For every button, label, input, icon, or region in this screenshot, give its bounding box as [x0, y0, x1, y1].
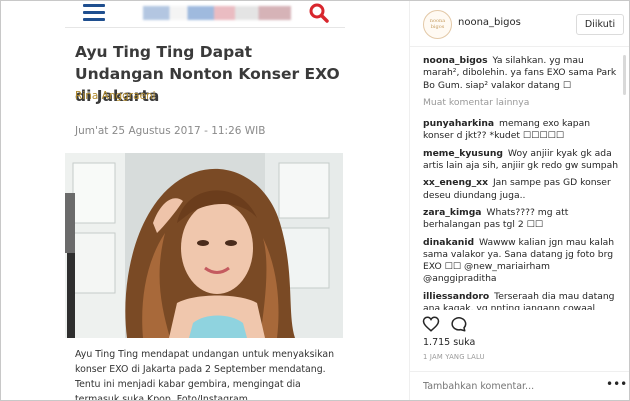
search-icon[interactable]: [308, 2, 330, 24]
screenshot-frame: Ayu Ting Ting Dapat Undangan Nonton Kons…: [0, 0, 630, 401]
comment-item: dinakanid Wawww kalian jgn mau kalah sam…: [423, 237, 623, 286]
comment-username[interactable]: illiessandoro: [423, 291, 489, 302]
article-author[interactable]: Rina Anggraeni: [75, 90, 156, 102]
comment-username[interactable]: dinakanid: [423, 237, 474, 248]
add-comment-bar: •••: [410, 371, 629, 400]
comment-item: zara_kimga Whats???? mg att berhalangan …: [423, 207, 623, 232]
comment-icon[interactable]: [449, 315, 467, 333]
comments-scrollbar[interactable]: [623, 55, 626, 95]
site-header: [65, 1, 345, 28]
avatar-text: noona bigos: [429, 18, 446, 30]
heart-icon[interactable]: [422, 315, 440, 333]
article-date: Jum'at 25 Agustus 2017 - 11:26 WIB: [75, 125, 266, 137]
comment-username[interactable]: punyaharkina: [423, 118, 494, 129]
article-screenshot: Ayu Ting Ting Dapat Undangan Nonton Kons…: [1, 1, 409, 400]
comment-username[interactable]: meme_kyusung: [423, 148, 503, 159]
comment-item: meme_kyusung Woy anjiir kyak gk ada arti…: [423, 148, 623, 173]
follow-button[interactable]: Diikuti: [576, 14, 624, 35]
post-actions: [422, 315, 482, 335]
site-logo: [143, 6, 291, 20]
avatar[interactable]: noona bigos: [423, 10, 452, 39]
article-photo: [65, 153, 343, 338]
likes-count[interactable]: 1.715 suka: [423, 337, 475, 348]
comment-username[interactable]: zara_kimga: [423, 207, 481, 218]
comments-list: noona_bigos Ya silahkan. yg mau marah², …: [423, 55, 623, 310]
comment-username[interactable]: noona_bigos: [423, 55, 488, 66]
more-options-icon[interactable]: •••: [606, 377, 627, 391]
add-comment-input[interactable]: [423, 380, 593, 393]
post-timestamp: 1 JAM YANG LALU: [423, 353, 485, 361]
post-username[interactable]: noona_bigos: [458, 17, 521, 28]
menu-icon[interactable]: [83, 4, 105, 22]
post-header: noona bigos noona_bigos Diikuti: [410, 1, 629, 47]
comment-item: punyaharkina memang exo kapan konser d j…: [423, 118, 623, 143]
comment-item: xx_eneng_xx Jan sampe pas GD konser dese…: [423, 177, 623, 202]
instagram-panel: noona bigos noona_bigos Diikuti noona_bi…: [409, 1, 629, 400]
article-caption: Ayu Ting Ting mendapat undangan untuk me…: [75, 349, 335, 400]
comment-item: noona_bigos Ya silahkan. yg mau marah², …: [423, 55, 623, 92]
comment-item: illiessandoro Terseraah dia mau datang a…: [423, 291, 623, 310]
load-more-comments-link[interactable]: Muat komentar lainnya: [423, 97, 623, 109]
comment-username[interactable]: xx_eneng_xx: [423, 177, 488, 188]
